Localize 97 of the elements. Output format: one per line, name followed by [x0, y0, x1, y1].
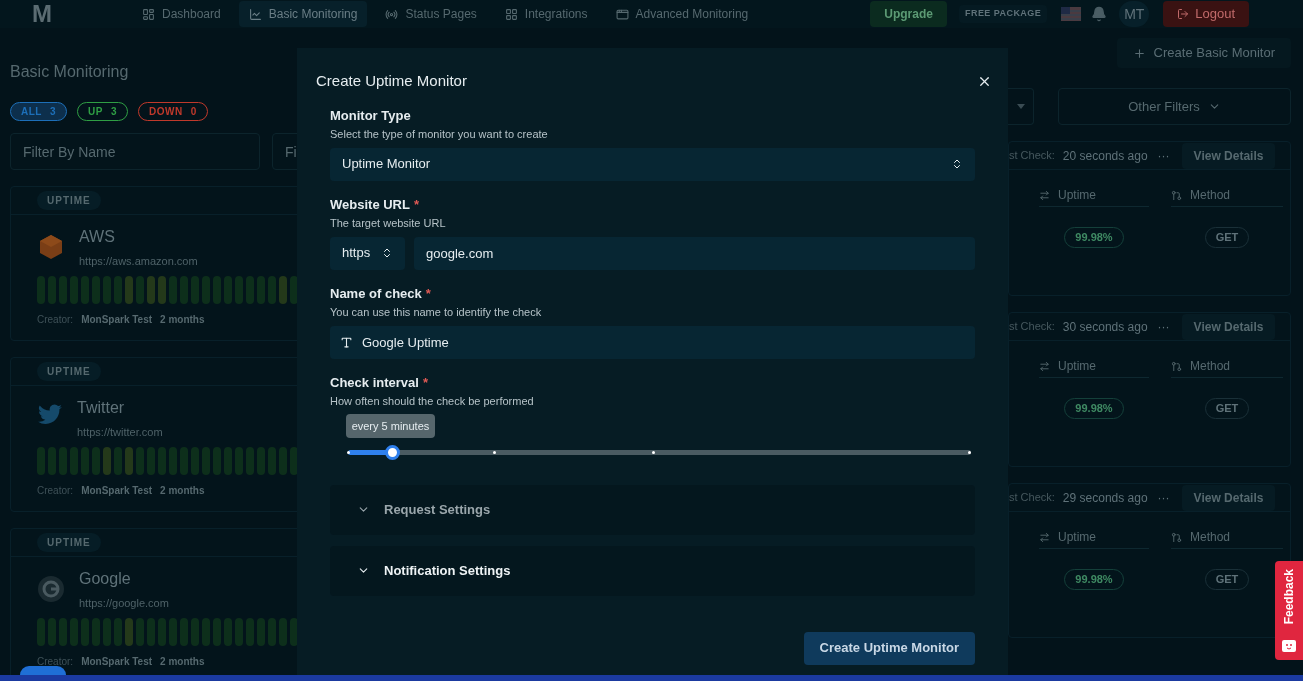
monitor-type-tag: UPTIME: [37, 533, 101, 552]
more-options-button[interactable]: ···: [1157, 146, 1170, 165]
upgrade-button[interactable]: Upgrade: [870, 1, 947, 27]
last-check-time: 29 seconds ago: [1062, 489, 1148, 507]
creator-name: MonSpark Test: [81, 483, 153, 498]
dialog-title: Create Uptime Monitor: [316, 71, 467, 91]
monitor-url: https://aws.amazon.com: [79, 254, 198, 269]
interval-slider[interactable]: [348, 444, 971, 460]
slider-tooltip: every 5 minutes: [345, 413, 436, 438]
monitor-name[interactable]: AWS: [79, 225, 198, 249]
uptime-column-header: Uptime: [1039, 528, 1149, 549]
last-check-label: st Check:: [1009, 490, 1055, 506]
url-input-field[interactable]: google.com: [414, 236, 975, 270]
cube-icon: [37, 233, 65, 261]
settings-accordion[interactable]: Request Settings: [330, 484, 975, 535]
method-column-header: Method: [1171, 357, 1283, 378]
view-details-button[interactable]: View Details: [1181, 313, 1276, 340]
field-label: Monitor Type: [330, 106, 412, 125]
uptime-column-header: Uptime: [1039, 186, 1149, 207]
plus-icon: [1132, 46, 1146, 60]
nav-link[interactable]: Status Pages: [375, 1, 487, 27]
created-age: 2 months: [160, 483, 205, 498]
ring-logo-icon: [37, 575, 65, 603]
last-check-label: st Check:: [1009, 148, 1055, 164]
updown-icon: [951, 158, 963, 170]
line-chart-icon: [248, 7, 262, 21]
required-mark: *: [413, 195, 419, 214]
bird-icon: [37, 404, 63, 426]
package-badge: FREE PACKAGE: [959, 5, 1048, 23]
more-options-button[interactable]: ···: [1157, 317, 1170, 336]
required-mark: *: [425, 284, 431, 303]
field-help: You can use this name to identify the check: [330, 305, 543, 320]
branch-icon: [1171, 360, 1182, 372]
monitor-type-select[interactable]: Uptime Monitor: [330, 147, 975, 181]
nav-link[interactable]: Integrations: [494, 1, 598, 27]
user-avatar[interactable]: MT: [1119, 1, 1150, 27]
field-help: How often should the check be performed: [330, 394, 535, 409]
updown-icon: [381, 247, 393, 259]
uptime-column-header: Uptime: [1039, 357, 1149, 378]
view-details-button[interactable]: View Details: [1181, 142, 1276, 169]
created-age: 2 months: [160, 654, 205, 669]
feedback-tab[interactable]: Feedback: [1275, 561, 1303, 660]
interval-slider-thumb[interactable]: [384, 444, 400, 460]
monitor-url: https://google.com: [79, 596, 169, 611]
nav-link[interactable]: Dashboard: [132, 1, 231, 27]
monitor-name[interactable]: Twitter: [77, 396, 163, 420]
settings-accordion[interactable]: Notification Settings: [330, 545, 975, 596]
logout-icon: [1177, 8, 1190, 20]
logo[interactable]: M: [32, 0, 92, 32]
field-help: The target website URL: [330, 216, 447, 231]
arrows-icon: [1039, 189, 1050, 201]
monitor-name[interactable]: Google: [79, 567, 169, 591]
field-label: Check interval: [330, 373, 419, 392]
arrows-icon: [1039, 360, 1050, 372]
filter-field[interactable]: Filter By Name: [10, 133, 260, 170]
branch-icon: [1171, 189, 1182, 201]
monitor-type-tag: UPTIME: [37, 191, 101, 210]
monitor-url: https://twitter.com: [77, 425, 163, 440]
last-check-label: st Check:: [1009, 319, 1055, 335]
dashboard-icon: [142, 7, 155, 21]
broadcast-icon: [385, 7, 399, 21]
grid-icon: [504, 7, 518, 21]
method-column-header: Method: [1171, 186, 1283, 207]
create-uptime-monitor-button[interactable]: Create Uptime Monitor: [803, 631, 975, 665]
required-mark: *: [422, 373, 428, 392]
other-filters-button[interactable]: Other Filters: [1058, 88, 1291, 125]
create-basic-monitor-button[interactable]: Create Basic Monitor: [1116, 38, 1291, 68]
method-column-header: Method: [1171, 528, 1283, 549]
protocol-select[interactable]: https: [330, 236, 405, 270]
creator-name: MonSpark Test: [81, 312, 153, 327]
bell-icon[interactable]: [1091, 6, 1108, 22]
last-check-time: 20 seconds ago: [1062, 147, 1148, 165]
field-label: Name of check: [330, 284, 422, 303]
creator-label: Creator:: [37, 483, 74, 498]
chat-bubble-button[interactable]: [20, 666, 66, 675]
page-title: Basic Monitoring: [10, 62, 130, 82]
field-help: Select the type of monitor you want to create: [330, 127, 549, 142]
field-label: Website URL: [330, 195, 410, 214]
creator-label: Creator:: [37, 654, 74, 669]
nav-link[interactable]: Basic Monitoring: [238, 1, 368, 27]
branch-icon: [1171, 531, 1182, 543]
status-filter-chip[interactable]: ALL 3: [10, 102, 67, 121]
filter-field[interactable]: Fi: [272, 133, 297, 170]
creator-name: MonSpark Test: [81, 654, 153, 669]
text-icon: [330, 325, 362, 359]
window-icon: [615, 7, 629, 21]
logout-button[interactable]: Logout: [1163, 1, 1249, 27]
nav-link[interactable]: Advanced Monitoring: [605, 1, 759, 27]
last-check-time: 30 seconds ago: [1062, 318, 1148, 336]
smiley-face-icon: [1282, 640, 1296, 652]
creator-label: Creator:: [37, 312, 74, 327]
created-age: 2 months: [160, 312, 205, 327]
arrows-icon: [1039, 531, 1050, 543]
more-options-button[interactable]: ···: [1157, 488, 1170, 507]
monitor-type-tag: UPTIME: [37, 362, 101, 381]
check-name-field[interactable]: Google Uptime: [362, 325, 975, 359]
view-details-button[interactable]: View Details: [1181, 484, 1276, 511]
